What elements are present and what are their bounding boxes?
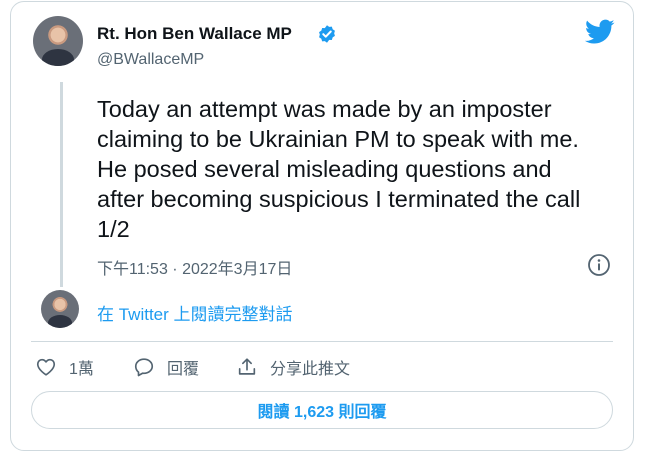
twitter-bird-icon[interactable]: [585, 19, 615, 45]
tweet-text: Today an attempt was made by an imposter…: [97, 96, 581, 242]
author-name[interactable]: Rt. Hon Ben Wallace MP: [97, 24, 292, 44]
tweet-timestamp[interactable]: 下午11:53 · 2022年3月17日: [97, 255, 292, 279]
reply-button[interactable]: 回覆: [133, 355, 199, 379]
verified-badge-icon: [319, 25, 335, 43]
info-icon[interactable]: [587, 253, 611, 277]
share-upload-icon: [238, 358, 256, 375]
reply-label: 回覆: [167, 361, 200, 378]
read-full-thread-link[interactable]: 在 Twitter 上閱讀完整對話: [97, 300, 293, 325]
author-avatar[interactable]: [33, 16, 83, 66]
share-label: 分享此推文: [270, 361, 351, 378]
author-handle[interactable]: @BWallaceMP: [97, 51, 204, 69]
speech-bubble-icon: [134, 358, 154, 377]
share-button[interactable]: 分享此推文: [236, 355, 350, 379]
thread-line: [60, 82, 63, 287]
like-count: 1萬: [69, 361, 94, 378]
read-replies-button[interactable]: 閱讀 1,623 則回覆: [31, 391, 613, 429]
heart-icon: [36, 358, 56, 376]
tweet-card: Rt. Hon Ben Wallace MP @BWallaceMP Today…: [10, 1, 634, 451]
thread-avatar[interactable]: [41, 290, 79, 328]
like-button[interactable]: 1萬: [35, 355, 94, 379]
divider: [31, 341, 613, 342]
